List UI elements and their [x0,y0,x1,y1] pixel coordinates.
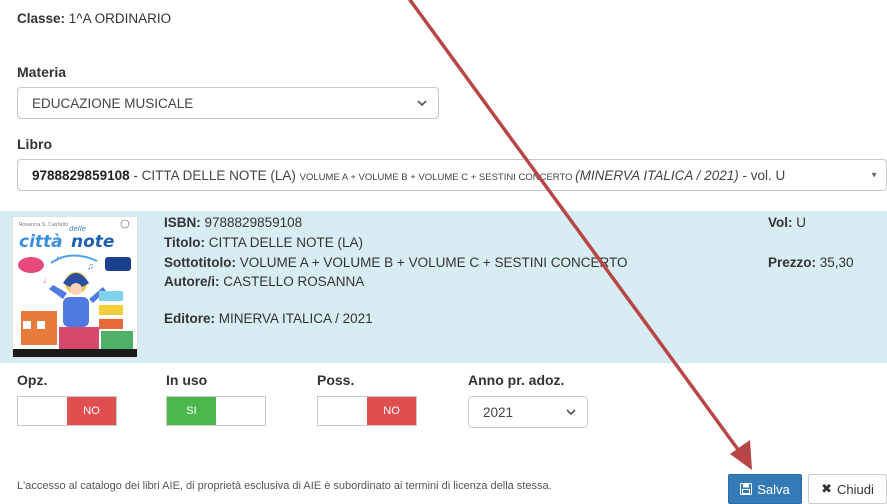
book-vol: Vol: U [768,215,806,230]
editore-label: Editore: [164,311,216,326]
close-button-label: Chiudi [837,481,874,497]
caret-down-icon: ▼ [870,170,878,180]
svg-text:♩: ♩ [43,275,52,285]
svg-text:♫: ♫ [87,261,94,271]
poss-label: Poss. [317,372,355,388]
book-prezzo: Prezzo: 35,30 [768,255,854,270]
svg-text:note: note [71,232,114,252]
anno-label: Anno pr. adoz. [468,372,565,388]
libro-sep: - [129,167,142,183]
autore-label: Autore/i: [164,274,220,289]
in-uso-toggle[interactable]: SI [166,396,266,426]
libro-label: Libro [17,136,52,152]
autore-value: CASTELLO ROSANNA [223,274,365,289]
in-uso-label: In uso [166,372,208,388]
chevron-down-icon [566,409,576,416]
chevron-down-icon [417,100,427,107]
classe-value: 1^A ORDINARIO [68,11,172,26]
save-button-label: Salva [757,481,790,497]
floppy-disk-icon [740,483,753,495]
libro-title: CITTA DELLE NOTE (LA) [141,167,300,183]
svg-text:città: città [19,232,63,252]
classe-line: Classe: 1^A ORDINARIO [17,11,171,26]
license-notice: L'accesso al catalogo dei libri AIE, di … [17,480,552,492]
svg-text:♪: ♪ [55,253,60,263]
opz-toggle[interactable]: NO [17,396,117,426]
libro-subtitle: VOLUME A + VOLUME B + VOLUME C + SESTINI… [299,171,576,183]
close-button[interactable]: ✖ Chiudi [808,474,887,504]
poss-toggle[interactable]: NO [317,396,417,426]
materia-label: Materia [17,64,67,80]
titolo-label: Titolo: [164,235,205,250]
in-uso-toggle-off-side [216,397,265,425]
editore-value: MINERVA ITALICA / 2021 [218,311,373,326]
close-icon: ✖ [821,481,833,496]
book-editore: Editore: MINERVA ITALICA / 2021 [164,311,373,326]
book-titolo: Titolo: CITTA DELLE NOTE (LA) [164,235,363,250]
anno-selected-value: 2021 [483,404,514,420]
titolo-value: CITTA DELLE NOTE (LA) [208,235,364,250]
libro-selected-value: 9788829859108 - CITTA DELLE NOTE (LA) VO… [32,168,785,183]
poss-toggle-state: NO [367,397,416,425]
opz-label: Opz. [17,372,48,388]
svg-text:Rosanna S. Castello: Rosanna S. Castello [19,222,68,228]
book-autore: Autore/i: CASTELLO ROSANNA [164,274,364,289]
sottotitolo-label: Sottotitolo: [164,255,236,270]
isbn-label: ISBN: [164,215,201,230]
libro-volume: - vol. U [738,167,786,183]
opz-toggle-state: NO [67,397,116,425]
opz-toggle-off-side [18,397,67,425]
libro-publisher: (MINERVA ITALICA / 2021) [575,167,739,183]
sottotitolo-value: VOLUME A + VOLUME B + VOLUME C + SESTINI… [239,255,628,270]
vol-label: Vol: [768,215,793,230]
vol-value: U [796,215,807,230]
in-uso-toggle-state: SI [167,397,216,425]
poss-toggle-off-side [318,397,367,425]
save-button[interactable]: Salva [728,474,802,504]
libro-select[interactable]: 9788829859108 - CITTA DELLE NOTE (LA) VO… [17,159,887,191]
libro-isbn: 9788829859108 [32,167,130,183]
materia-select[interactable]: EDUCAZIONE MUSICALE [17,87,439,119]
materia-selected-value: EDUCAZIONE MUSICALE [32,95,194,111]
classe-label: Classe: [17,11,66,26]
anno-select[interactable]: 2021 [468,396,588,428]
prezzo-value: 35,30 [819,255,854,270]
book-sottotitolo: Sottotitolo: VOLUME A + VOLUME B + VOLUM… [164,255,628,270]
book-details-panel: Rosanna S. Castello delle città note ♪ ♫… [0,211,887,363]
prezzo-label: Prezzo: [768,255,817,270]
book-cover-image: Rosanna S. Castello delle città note ♪ ♫… [12,216,138,358]
book-isbn: ISBN: 9788829859108 [164,215,302,230]
isbn-value: 9788829859108 [204,215,303,230]
